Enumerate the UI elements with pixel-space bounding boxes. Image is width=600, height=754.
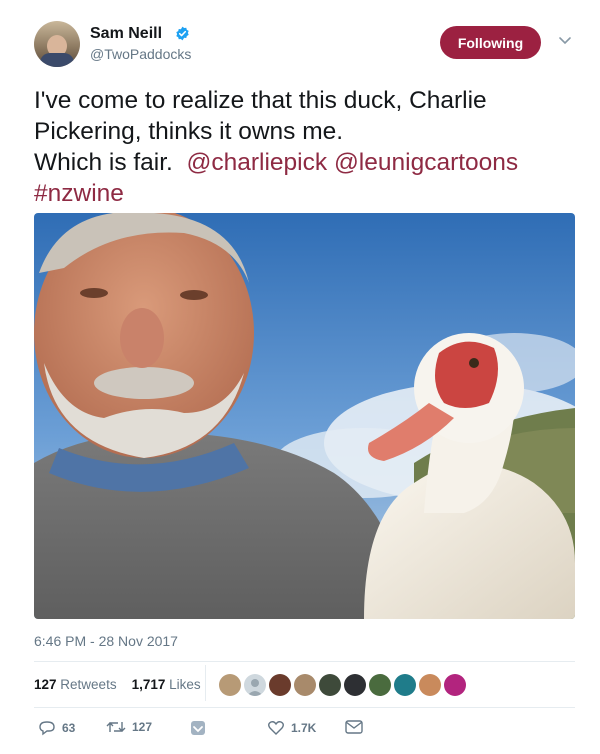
avatar-body xyxy=(40,53,74,67)
retweet-icon xyxy=(106,722,126,732)
divider-top xyxy=(34,661,575,662)
author-handle[interactable]: @TwoPaddocks xyxy=(90,46,191,62)
liker-avatar[interactable] xyxy=(269,674,291,696)
chevron-down-icon[interactable] xyxy=(558,36,572,46)
following-button[interactable]: Following xyxy=(440,26,541,59)
like-button[interactable]: 1.7K xyxy=(267,720,316,736)
like-icon xyxy=(268,721,284,735)
engagement-stats: 127 Retweets 1,717 Likes xyxy=(34,677,201,692)
liker-avatar[interactable] xyxy=(369,674,391,696)
tweet-line-3: Which is fair. @charliepick @leunigcarto… xyxy=(34,147,574,178)
reply-button[interactable]: 63 xyxy=(38,720,75,736)
liker-avatar[interactable] xyxy=(219,674,241,696)
like-count: 1.7K xyxy=(291,721,317,735)
retweet-count: 127 xyxy=(132,720,153,734)
dm-heart-icon xyxy=(191,721,205,735)
reply-icon xyxy=(39,721,55,736)
liker-avatar[interactable] xyxy=(244,674,266,696)
liker-avatar[interactable] xyxy=(444,674,466,696)
tweet-line-3-text: Which is fair. xyxy=(34,149,173,176)
tweet-timestamp[interactable]: 6:46 PM - 28 Nov 2017 xyxy=(34,633,178,649)
message-icon xyxy=(345,720,363,734)
mention-charliepick[interactable]: @charliepick xyxy=(187,149,328,176)
stats-separator xyxy=(205,665,206,701)
likes-stat[interactable]: 1,717 Likes xyxy=(132,677,201,692)
tweet-line-2: Pickering, thinks it owns me. xyxy=(34,118,344,145)
mention-leunigcartoons[interactable]: @leunigcartoons xyxy=(334,149,518,176)
liker-avatar[interactable] xyxy=(319,674,341,696)
dm-heart-button[interactable] xyxy=(190,720,212,736)
author-avatar[interactable] xyxy=(34,21,80,67)
author-name[interactable]: Sam Neill xyxy=(90,25,162,43)
tweet-photo[interactable] xyxy=(34,213,575,619)
hashtag-nzwine[interactable]: #nzwine xyxy=(34,180,124,207)
liker-avatar[interactable] xyxy=(294,674,316,696)
liker-avatar[interactable] xyxy=(419,674,441,696)
verified-icon xyxy=(176,26,189,41)
reply-count: 63 xyxy=(62,721,76,735)
tweet-line-1: I've come to realize that this duck, Cha… xyxy=(34,87,487,114)
liker-avatar[interactable] xyxy=(394,674,416,696)
tweet-text: I've come to realize that this duck, Cha… xyxy=(34,85,574,209)
retweet-button[interactable]: 127 xyxy=(106,720,152,734)
liker-avatar[interactable] xyxy=(344,674,366,696)
selfie-with-duck-image xyxy=(34,213,575,619)
message-button[interactable] xyxy=(345,720,369,734)
retweets-stat[interactable]: 127 Retweets xyxy=(34,677,117,692)
divider-bottom xyxy=(34,707,575,708)
